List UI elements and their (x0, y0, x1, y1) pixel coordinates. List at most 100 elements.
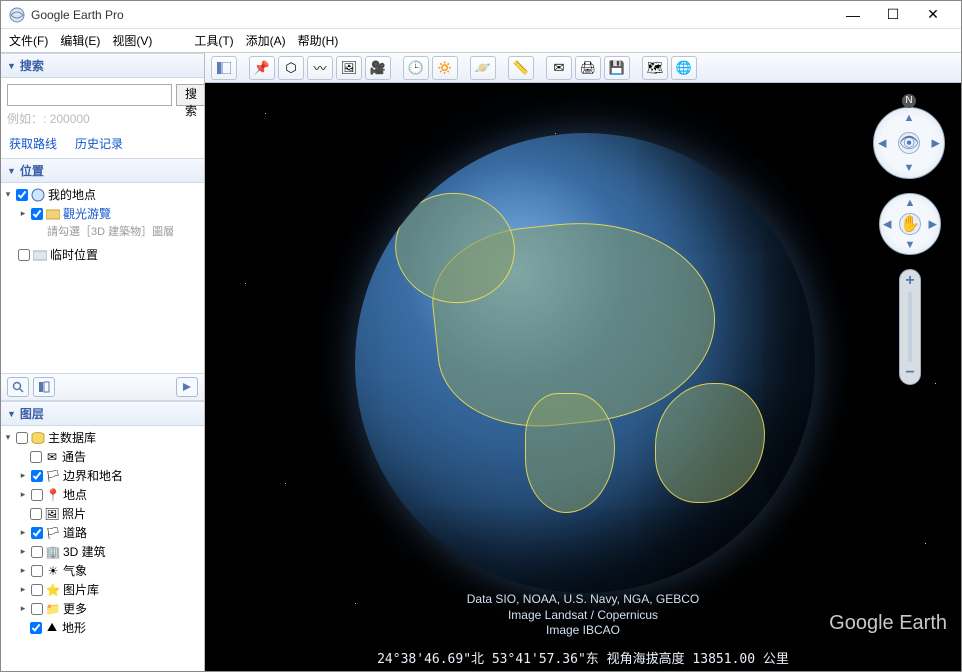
flag-icon: 🏳 (46, 469, 60, 483)
sidebar: 搜索 搜索 例如：: 200000 获取路线 历史记录 位置 ▾ 我的地点 ▸ (1, 53, 205, 671)
path-button[interactable]: 〰 (307, 56, 333, 80)
app-icon (9, 7, 25, 23)
layer-item[interactable]: ✉通告 (3, 447, 202, 466)
photo-icon: 🖼 (45, 507, 59, 521)
look-compass[interactable]: ▲ ▼ ◀ ▶ 👁 (873, 107, 945, 179)
star-icon: ⭐ (46, 583, 60, 597)
image-overlay-button[interactable]: 🖼 (336, 56, 362, 80)
history-imagery-button[interactable]: 🕒 (403, 56, 429, 80)
menu-tools[interactable]: 工具(T) (194, 32, 233, 49)
pan-left-icon[interactable]: ◀ (883, 218, 891, 231)
layer-item[interactable]: ▸🏳边界和地名 (3, 466, 202, 485)
polygon-button[interactable]: ⬡ (278, 56, 304, 80)
eye-icon[interactable]: 👁 (898, 132, 920, 154)
folder-icon (33, 248, 47, 262)
mail-icon: ✉ (45, 450, 59, 464)
search-places-button[interactable] (7, 377, 29, 397)
menu-view[interactable]: 视图(V) (112, 32, 152, 49)
pan-down-icon[interactable]: ▼ (905, 239, 916, 251)
record-tour-button[interactable]: 🎥 (365, 56, 391, 80)
main-toolbar: 📌 ⬡ 〰 🖼 🎥 🕒 🔅 🪐 📏 ✉ 🖨 💾 🗺 🌐 (205, 53, 961, 83)
layer-item[interactable]: ▸📍地点 (3, 485, 202, 504)
save-image-button[interactable]: 💾 (604, 56, 630, 80)
places-my-places[interactable]: ▾ 我的地点 (3, 185, 202, 204)
split-view-button[interactable] (33, 377, 55, 397)
layer-item[interactable]: ▸🏳道路 (3, 523, 202, 542)
planet-button[interactable]: 🪐 (470, 56, 496, 80)
sidebar-toggle-button[interactable] (211, 56, 237, 80)
flag-icon: 🏳 (46, 526, 60, 540)
folder-icon: 📁 (46, 602, 60, 616)
sunlight-button[interactable]: 🔅 (432, 56, 458, 80)
expander-icon[interactable]: ▾ (3, 189, 13, 200)
look-right-icon[interactable]: ▶ (932, 137, 940, 150)
layer-item[interactable]: ▸📁更多 (3, 599, 202, 618)
zoom-in-button[interactable]: + (901, 272, 919, 290)
look-left-icon[interactable]: ◀ (878, 137, 886, 150)
search-panel-header[interactable]: 搜索 (1, 53, 204, 78)
look-up-icon[interactable]: ▲ (904, 112, 915, 124)
layers-panel-header[interactable]: 图层 (1, 401, 204, 426)
menubar: 文件(F) 编辑(E) 视图(V) 工具(T) 添加(A) 帮助(H) (1, 29, 961, 53)
terrain-icon: ⛰ (45, 621, 59, 635)
layer-item[interactable]: ▸🏢3D 建筑 (3, 542, 202, 561)
zoom-out-button[interactable]: − (901, 364, 919, 382)
hand-icon[interactable]: ✋ (899, 213, 921, 235)
view-in-maps-button[interactable]: 🗺 (642, 56, 668, 80)
places-panel-header[interactable]: 位置 (1, 158, 204, 183)
maximize-button[interactable]: ☐ (873, 3, 913, 27)
get-directions-link[interactable]: 获取路线 (9, 135, 57, 152)
globe-icon (31, 188, 45, 202)
menu-help[interactable]: 帮助(H) (298, 32, 339, 49)
pan-up-icon[interactable]: ▲ (905, 197, 916, 209)
play-tour-button[interactable] (176, 377, 198, 397)
ruler-button[interactable]: 📏 (508, 56, 534, 80)
close-button[interactable]: ✕ (913, 3, 953, 27)
places-temp[interactable]: 临时位置 (3, 245, 202, 264)
sightseeing-checkbox[interactable] (31, 208, 43, 220)
zoom-slider[interactable]: + − (899, 269, 921, 385)
email-button[interactable]: ✉ (546, 56, 572, 80)
primary-db-checkbox[interactable] (16, 432, 28, 444)
layer-item[interactable]: 🖼照片 (3, 504, 202, 523)
status-bar: 24°38'46.69"北 53°41'57.36"东 视角海拔高度 13851… (205, 648, 961, 667)
my-places-checkbox[interactable] (16, 189, 28, 201)
menu-add[interactable]: 添加(A) (246, 32, 286, 49)
history-link[interactable]: 历史记录 (75, 135, 123, 152)
search-hint: 例如：: 200000 (7, 110, 198, 127)
earth-view-button[interactable]: 🌐 (671, 56, 697, 80)
expander-icon[interactable]: ▾ (3, 432, 13, 443)
menu-edit[interactable]: 编辑(E) (60, 32, 100, 49)
titlebar: Google Earth Pro — ☐ ✕ (1, 1, 961, 29)
weather-icon: ☀ (46, 564, 60, 578)
layer-item[interactable]: ▸☀气象 (3, 561, 202, 580)
layers-panel: ▾ 主数据库 ✉通告 ▸🏳边界和地名 ▸📍地点 🖼照片 ▸🏳道路 ▸🏢3D 建筑… (1, 426, 204, 671)
search-input[interactable] (7, 84, 172, 106)
placemark-button[interactable]: 📌 (249, 56, 275, 80)
earth-globe[interactable] (355, 133, 815, 593)
places-toolbar (1, 373, 204, 401)
window-title: Google Earth Pro (31, 8, 833, 22)
look-down-icon[interactable]: ▼ (904, 162, 915, 174)
layer-item[interactable]: ▸⭐图片库 (3, 580, 202, 599)
places-sightseeing[interactable]: ▸ 觀光游覽 (3, 204, 202, 223)
pan-control[interactable]: ▲ ▼ ◀ ▶ ✋ (879, 193, 941, 255)
menu-file[interactable]: 文件(F) (9, 32, 48, 49)
folder-icon (46, 207, 60, 221)
search-button[interactable]: 搜索 (176, 84, 205, 106)
print-button[interactable]: 🖨 (575, 56, 601, 80)
expander-icon[interactable]: ▸ (18, 208, 28, 219)
sightseeing-hint: 請勾選［3D 建築物］圖層 (3, 223, 202, 239)
pin-icon: 📍 (46, 488, 60, 502)
layer-primary-db[interactable]: ▾ 主数据库 (3, 428, 202, 447)
minimize-button[interactable]: — (833, 3, 873, 27)
viewport[interactable]: ▲ ▼ ◀ ▶ 👁 ▲ ▼ ◀ ▶ ✋ + − Data SIO, NOAA, … (205, 83, 961, 671)
zoom-track[interactable] (908, 292, 912, 362)
layer-item[interactable]: ⛰地形 (3, 618, 202, 637)
map-area: 📌 ⬡ 〰 🖼 🎥 🕒 🔅 🪐 📏 ✉ 🖨 💾 🗺 🌐 (205, 53, 961, 671)
search-panel: 搜索 例如：: 200000 获取路线 历史记录 (1, 78, 204, 158)
layers-tree: ▾ 主数据库 ✉通告 ▸🏳边界和地名 ▸📍地点 🖼照片 ▸🏳道路 ▸🏢3D 建筑… (1, 426, 204, 671)
google-earth-watermark: Google Earth (829, 612, 947, 635)
temp-checkbox[interactable] (18, 249, 30, 261)
pan-right-icon[interactable]: ▶ (929, 218, 937, 231)
